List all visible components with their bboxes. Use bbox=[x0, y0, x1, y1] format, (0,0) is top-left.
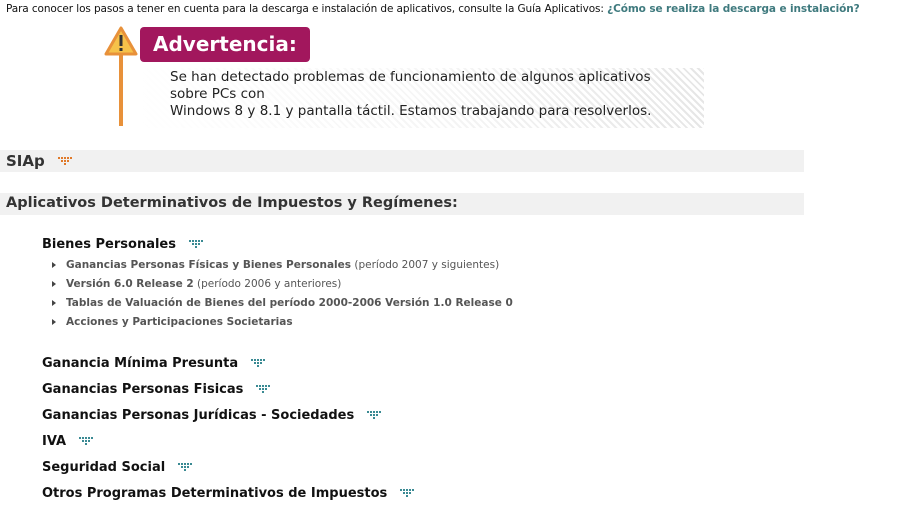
warning-message-line-1: Se han detectado problemas de funcionami… bbox=[170, 69, 651, 102]
siap-title: SIAp bbox=[6, 152, 45, 170]
bullet-arrow-icon bbox=[52, 281, 56, 287]
category-label: Bienes Personales bbox=[42, 237, 176, 252]
category-seguridad-social[interactable]: Seguridad Social bbox=[42, 460, 194, 475]
list-item-suffix: (período 2007 y siguientes) bbox=[351, 259, 500, 271]
category-ganancia-minima-presunta[interactable]: Ganancia Mínima Presunta bbox=[42, 356, 267, 371]
list-item[interactable]: Tablas de Valuación de Bienes del períod… bbox=[52, 297, 513, 316]
siap-expand-icon[interactable] bbox=[57, 157, 74, 166]
warning-title: Advertencia: bbox=[140, 27, 310, 62]
dots-expand-icon[interactable] bbox=[188, 240, 205, 249]
warning-line bbox=[119, 52, 123, 126]
category-label: IVA bbox=[42, 434, 67, 449]
category-bienes-personales[interactable]: Bienes Personales bbox=[42, 237, 205, 252]
bullet-arrow-icon bbox=[52, 300, 56, 306]
list-item[interactable]: Versión 6.0 Release 2 (período 2006 y an… bbox=[52, 278, 513, 297]
dots-expand-icon[interactable] bbox=[78, 437, 95, 446]
siap-section-bar bbox=[0, 150, 804, 172]
dots-expand-icon[interactable] bbox=[177, 463, 194, 472]
list-item-link[interactable]: Ganancias Personas Físicas y Bienes Pers… bbox=[66, 259, 351, 271]
list-item-link[interactable]: Acciones y Participaciones Societarias bbox=[66, 316, 293, 328]
category-otros-programas[interactable]: Otros Programas Determinativos de Impues… bbox=[42, 486, 416, 501]
category-label: Otros Programas Determinativos de Impues… bbox=[42, 486, 388, 501]
category-iva[interactable]: IVA bbox=[42, 434, 95, 449]
dots-expand-icon[interactable] bbox=[255, 385, 272, 394]
category-ganancias-personas-juridicas[interactable]: Ganancias Personas Jurídicas - Sociedade… bbox=[42, 408, 383, 423]
warning-message-line-2: Windows 8 y 8.1 y pantalla táctil. Estam… bbox=[170, 103, 652, 119]
download-guide-link[interactable]: ¿Cómo se realiza la descarga e instalaci… bbox=[607, 3, 860, 15]
dots-expand-icon[interactable] bbox=[366, 411, 383, 420]
warning-triangle-icon bbox=[104, 26, 138, 56]
list-item[interactable]: Acciones y Participaciones Societarias bbox=[52, 316, 513, 335]
bullet-arrow-icon bbox=[52, 319, 56, 325]
list-item-link[interactable]: Versión 6.0 Release 2 bbox=[66, 278, 194, 290]
category-label: Seguridad Social bbox=[42, 460, 166, 475]
dots-expand-icon[interactable] bbox=[399, 489, 416, 498]
intro-label: Para conocer los pasos a tener en cuenta… bbox=[6, 3, 608, 15]
list-item[interactable]: Ganancias Personas Físicas y Bienes Pers… bbox=[52, 259, 513, 278]
bullet-arrow-icon bbox=[52, 262, 56, 268]
bienes-personales-list: Ganancias Personas Físicas y Bienes Pers… bbox=[52, 259, 513, 335]
warning-message: Se han detectado problemas de funcionami… bbox=[170, 69, 690, 120]
category-ganancias-personas-fisicas[interactable]: Ganancias Personas Fisicas bbox=[42, 382, 272, 397]
dots-expand-icon[interactable] bbox=[250, 359, 267, 368]
category-label: Ganancia Mínima Presunta bbox=[42, 356, 239, 371]
list-item-suffix: (período 2006 y anteriores) bbox=[193, 278, 342, 290]
warning-box: Advertencia: Se han detectado problemas … bbox=[104, 26, 704, 128]
list-item-link[interactable]: Tablas de Valuación de Bienes del períod… bbox=[66, 297, 513, 309]
category-label: Ganancias Personas Jurídicas - Sociedade… bbox=[42, 408, 355, 423]
aplicativos-section-title: Aplicativos Determinativos de Impuestos … bbox=[6, 195, 458, 211]
intro-text: Para conocer los pasos a tener en cuenta… bbox=[6, 3, 860, 15]
siap-section[interactable]: SIAp bbox=[6, 152, 74, 170]
category-label: Ganancias Personas Fisicas bbox=[42, 382, 244, 397]
